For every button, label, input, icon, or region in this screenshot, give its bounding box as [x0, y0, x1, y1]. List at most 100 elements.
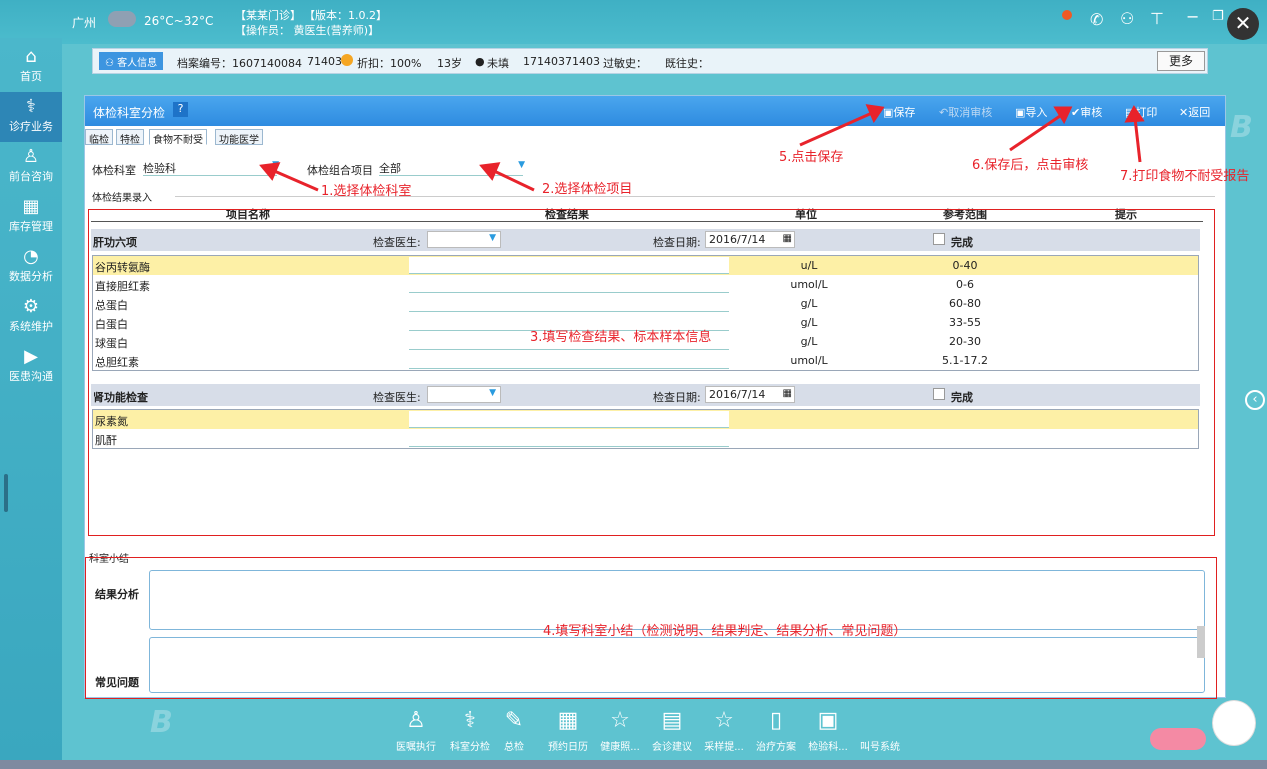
annotation-step4: 4.填写科室小结（检测说明、结果判定、结果分析、常见问题） — [543, 624, 907, 639]
dept-value: 检验科 — [143, 162, 176, 175]
city: 广州 — [72, 16, 97, 30]
dock-label: 预约日历 — [548, 742, 588, 753]
dock-label: 医嘱执行 — [396, 742, 436, 753]
collapse-arrow-icon[interactable]: ‹ — [1245, 390, 1265, 410]
cancel-audit-label: 取消审核 — [948, 106, 993, 119]
fill-status: 未填 — [487, 57, 509, 70]
sidebar-item-treatment[interactable]: ⚕ 诊疗业务 — [0, 92, 62, 142]
dock-item-treatment[interactable]: ▯ 治疗方案 — [748, 704, 804, 753]
import-label: 导入 — [1025, 106, 1048, 119]
sidebar: ⌂ 首页 ⚕ 诊疗业务 ♙ 前台咨询 ▦ 库存管理 ◔ 数据分析 ⚙ 系统维护 ▶ 医患沟通 — [0, 38, 62, 760]
sidebar-item-analysis[interactable]: ◔ 数据分析 — [0, 242, 62, 292]
cancel-audit-button[interactable]: ↶取消审核 — [939, 104, 992, 120]
dock-item-general-check[interactable]: ✎ 总检 — [486, 704, 542, 753]
dock-item-health[interactable]: ☆ 健康照... — [592, 704, 648, 753]
sidebar-item-inventory[interactable]: ▦ 库存管理 — [0, 192, 62, 242]
dock-item-order[interactable]: ♙ 医嘱执行 — [388, 704, 444, 753]
allergy-history: 过敏史： — [603, 57, 647, 70]
sidebar-handle[interactable] — [4, 474, 8, 512]
back-button[interactable]: ✕返回 — [1179, 104, 1210, 120]
tab-food-intolerance[interactable]: 食物不耐受 — [149, 129, 207, 146]
dock-label: 总检 — [504, 742, 524, 753]
input-method-widget[interactable] — [1150, 728, 1206, 750]
combo-select[interactable]: 全部 ▼ — [379, 160, 525, 176]
more-button[interactable]: 更多 — [1157, 51, 1205, 71]
print-label: 打印 — [1135, 106, 1158, 119]
restore-icon[interactable]: ❐ — [1212, 9, 1224, 24]
dock-label: 检验科... — [808, 742, 848, 753]
section-label: 体检结果录入 — [92, 193, 152, 204]
screen-icon: ▣ — [817, 708, 839, 733]
sidebar-item-label: 诊疗业务 — [9, 120, 53, 133]
import-button[interactable]: ▣导入 — [1015, 104, 1047, 120]
sidebar-item-reception[interactable]: ♙ 前台咨询 — [0, 142, 62, 192]
combo-value: 全部 — [379, 162, 401, 175]
annotation-step6: 6.保存后，点击审核 — [972, 158, 1089, 173]
tab-routine[interactable]: 临检 — [85, 129, 113, 146]
annotation-step3: 3.填写检查结果、标本样本信息 — [530, 330, 712, 345]
dock-item-calendar[interactable]: ▦ 预约日历 — [540, 704, 596, 753]
video-icon: ▶ — [24, 346, 38, 367]
tab-special[interactable]: 特检 — [116, 129, 144, 146]
dock-item-lab[interactable]: ▣ 检验科... — [800, 704, 856, 753]
taskbar — [0, 760, 1267, 769]
tab-functional-medicine[interactable]: 功能医学 — [215, 129, 263, 146]
save-button[interactable]: ▣保存 — [883, 104, 915, 120]
sidebar-item-label: 库存管理 — [9, 220, 53, 233]
clipboard-icon: ▤ — [661, 708, 683, 733]
dock-label: 治疗方案 — [756, 742, 796, 753]
print-icon: ▤ — [1125, 106, 1136, 119]
watermark-b: B — [1230, 110, 1253, 145]
dock-label: 叫号系统 — [860, 742, 900, 753]
sidebar-item-settings[interactable]: ⚙ 系统维护 — [0, 292, 62, 342]
notification-icon[interactable] — [1062, 10, 1072, 20]
calendar-icon: ▦ — [557, 708, 579, 733]
vip-icon — [341, 54, 353, 66]
dock-label: 会诊建议 — [652, 742, 692, 753]
dept-label: 体检科室 — [92, 164, 136, 177]
bottom-dock: ♙ 医嘱执行 ⚕ 科室分检 ✎ 总检 ▦ 预约日历 ☆ 健康照... ▤ 会诊建议 ☆ 采样提… — [380, 704, 920, 760]
panel-header: 体检科室分检 ? ▣保存 ↶取消审核 ▣导入 ✔审核 ▤打印 ✕返回 — [85, 96, 1225, 126]
panel-title: 体检科室分检 — [93, 106, 166, 120]
dock-label: 科室分检 — [450, 742, 490, 753]
document-icon: ▯ — [769, 708, 783, 733]
guest-info-button[interactable]: ⚇ 客人信息 — [99, 52, 164, 70]
check-icon: ✔ — [1071, 106, 1081, 119]
user-star-icon: ☆ — [610, 708, 630, 733]
edit-icon: ✎ — [504, 708, 524, 733]
annotation-step7: 7.打印食物不耐受报告 — [1120, 169, 1250, 184]
mascot-avatar[interactable] — [1212, 700, 1256, 746]
audit-label: 审核 — [1080, 106, 1103, 119]
discount: 折扣：100% — [357, 57, 422, 70]
dock-item-queue[interactable]: 叫号系统 — [852, 704, 908, 753]
guest-info-label: 客人信息 — [117, 58, 158, 69]
sidebar-item-communication[interactable]: ▶ 医患沟通 — [0, 342, 62, 392]
dock-label: 采样提... — [704, 742, 744, 753]
dept-select[interactable]: 检验科 ▼ — [143, 160, 279, 176]
file-number: 档案编号：1607140084 — [177, 57, 302, 70]
annotation-step2: 2.选择体检项目 — [542, 182, 633, 197]
dock-item-sampling[interactable]: ☆ 采样提... — [696, 704, 752, 753]
phone-icon[interactable]: ✆ — [1090, 10, 1103, 29]
help-icon[interactable]: ? — [173, 102, 188, 117]
skin-icon[interactable]: ⊤ — [1150, 9, 1164, 28]
sidebar-item-label: 数据分析 — [9, 270, 53, 283]
sidebar-item-label: 医患沟通 — [9, 370, 53, 383]
sidebar-item-home[interactable]: ⌂ 首页 — [0, 42, 62, 92]
sidebar-item-label: 前台咨询 — [9, 170, 53, 183]
analysis-icon: ◔ — [23, 246, 39, 267]
audit-button[interactable]: ✔审核 — [1071, 104, 1102, 120]
close-icon[interactable]: ✕ — [1227, 8, 1259, 40]
past-history: 既往史： — [665, 57, 709, 70]
user-icon[interactable]: ⚇ — [1120, 9, 1134, 28]
dock-item-consult[interactable]: ▤ 会诊建议 — [644, 704, 700, 753]
version: 【版本：1.0.2】 — [304, 9, 387, 22]
print-button[interactable]: ▤打印 — [1125, 104, 1157, 120]
operator: 【操作员： 黄医生(营养师)】 — [235, 24, 380, 37]
save-icon: ▣ — [883, 106, 894, 119]
annotation-step1: 1.选择体检科室 — [321, 184, 412, 199]
member-id: 71403 — [307, 55, 342, 68]
minimize-icon[interactable]: − — [1186, 7, 1199, 26]
annotation-step5: 5.点击保存 — [779, 150, 844, 165]
user-star-icon: ☆ — [714, 708, 734, 733]
